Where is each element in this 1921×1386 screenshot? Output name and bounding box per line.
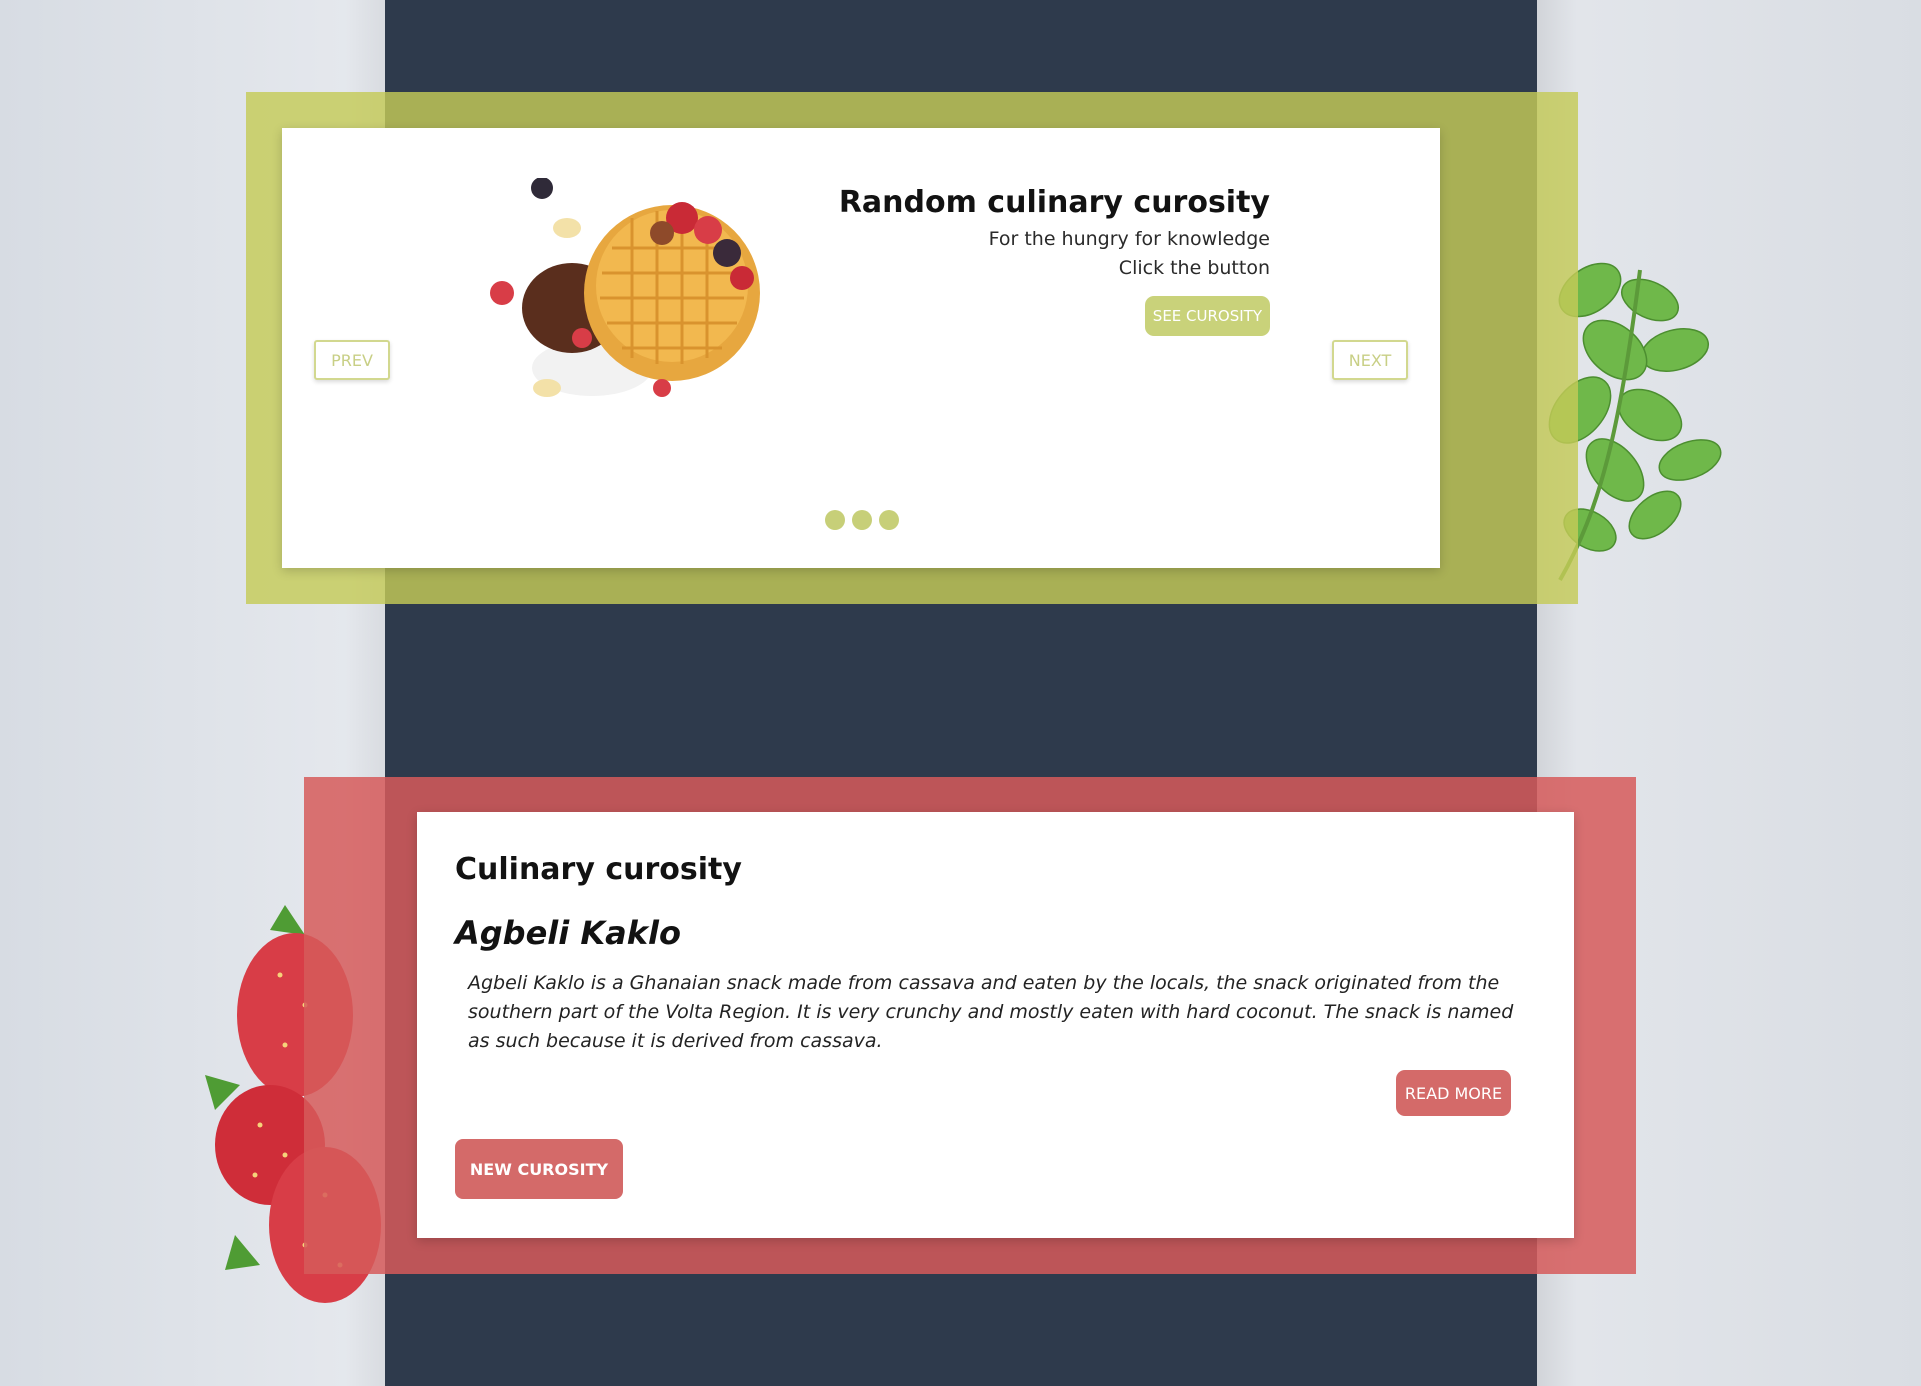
next-button[interactable]: NEXT bbox=[1332, 340, 1408, 380]
slider-dots bbox=[825, 510, 899, 530]
prev-button[interactable]: PREV bbox=[314, 340, 390, 380]
slider-subtitle-line1: For the hungry for knowledge bbox=[988, 228, 1270, 250]
dish-description: Agbeli Kaklo is a Ghanaian snack made fr… bbox=[468, 972, 1514, 1052]
curiosity-card: Culinary curosity Agbeli Kaklo Agbeli Ka… bbox=[417, 812, 1574, 1238]
new-curiosity-button[interactable]: NEW CUROSITY bbox=[455, 1139, 623, 1199]
see-curiosity-button[interactable]: SEE CUROSITY bbox=[1144, 296, 1270, 336]
waffles-with-berries-image bbox=[490, 178, 760, 397]
slider-title: Random culinary curosity bbox=[838, 185, 1270, 220]
slider-dot-2[interactable] bbox=[852, 510, 872, 530]
curiosity-heading: Culinary curosity bbox=[455, 852, 742, 887]
slider-dot-1[interactable] bbox=[825, 510, 845, 530]
slider-card: Random culinary curosity For the hungry … bbox=[282, 128, 1440, 568]
dish-name: Agbeli Kaklo bbox=[455, 914, 681, 952]
slider-subtitle-line2: Click the button bbox=[1118, 257, 1270, 279]
slider-dot-3[interactable] bbox=[879, 510, 899, 530]
read-more-button[interactable]: READ MORE bbox=[1396, 1070, 1511, 1116]
